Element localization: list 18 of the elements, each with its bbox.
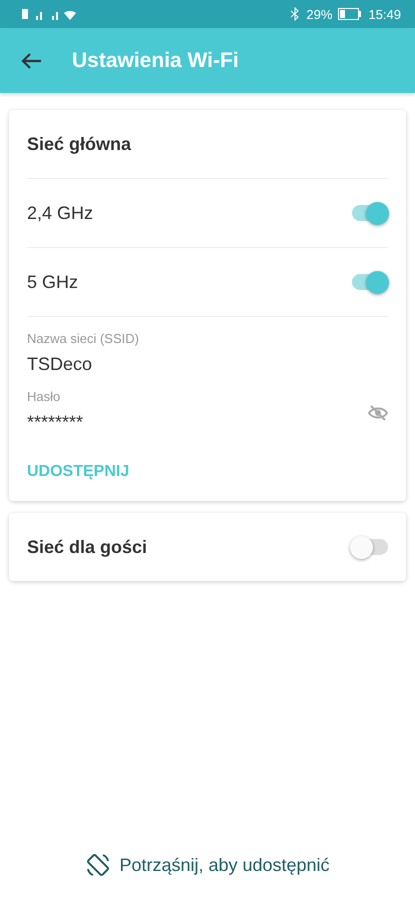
field-label: Hasło	[27, 389, 62, 404]
guest-network-label: Sieć dla gości	[27, 536, 148, 558]
ssid-value: TSDeco	[27, 354, 94, 375]
band-label: 5 GHz	[27, 272, 78, 292]
password-value: ********	[27, 412, 84, 433]
eye-off-icon[interactable]	[368, 404, 388, 422]
shake-hint: Potrząśnij, aby udostępnić	[119, 854, 330, 876]
section-title: Sieć główna	[27, 134, 132, 154]
field-label: Nazwa sieci (SSID)	[27, 331, 140, 346]
battery-percent: 29%	[306, 6, 332, 22]
page-title: Ustawienia Wi-Fi	[72, 48, 239, 72]
bluetooth-icon	[290, 7, 300, 21]
share-button[interactable]: UDOSTĘPNIJ	[27, 463, 130, 481]
phone-shake-icon	[85, 852, 112, 878]
back-button[interactable]	[20, 52, 42, 70]
band-label: 2,4 GHz	[27, 202, 94, 224]
clock: 15:49	[368, 6, 401, 22]
battery-icon	[338, 8, 362, 20]
